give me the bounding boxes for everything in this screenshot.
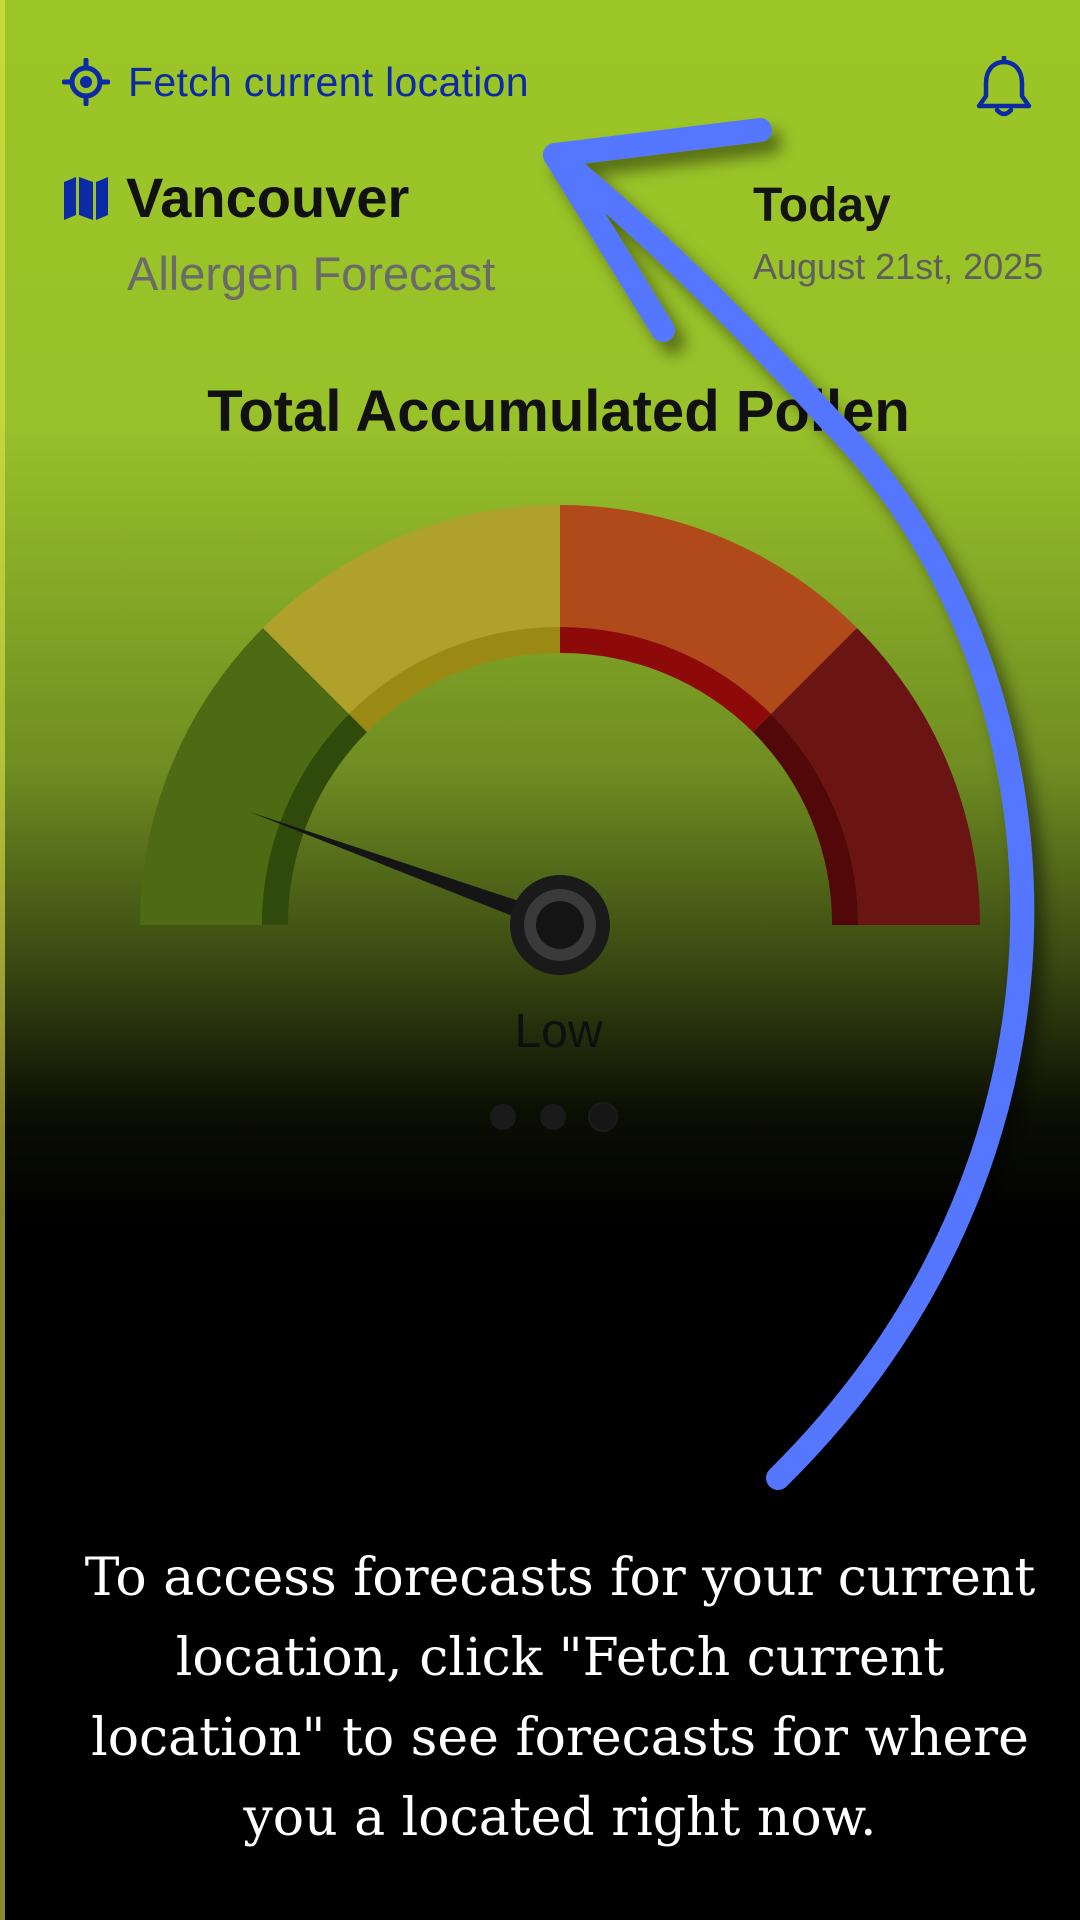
date-label: Today xyxy=(753,179,891,232)
bell-icon[interactable] xyxy=(974,56,1034,120)
tutorial-caption: To access forecasts for your current loc… xyxy=(84,1548,1036,1848)
forecast-subtitle: Allergen Forecast xyxy=(127,247,496,300)
crosshair-location-icon[interactable] xyxy=(62,58,110,106)
fetch-location-bar[interactable]: Fetch current location xyxy=(62,58,529,106)
city-name: Vancouver xyxy=(126,166,410,229)
gauge-title: Total Accumulated Pollen xyxy=(207,379,910,444)
page-dot-active[interactable] xyxy=(590,1104,616,1130)
forecast-date: August 21st, 2025 xyxy=(753,246,1044,287)
pollen-gauge xyxy=(140,505,980,975)
city-header: Vancouver xyxy=(62,165,409,230)
page-dot[interactable] xyxy=(490,1104,516,1130)
page-dot[interactable] xyxy=(540,1104,566,1130)
map-icon xyxy=(64,176,108,220)
pollen-level-label: Low xyxy=(514,1005,603,1058)
left-edge-strip xyxy=(0,0,5,1920)
page-indicator[interactable] xyxy=(490,1104,616,1130)
fetch-current-location-link[interactable]: Fetch current location xyxy=(128,59,529,106)
